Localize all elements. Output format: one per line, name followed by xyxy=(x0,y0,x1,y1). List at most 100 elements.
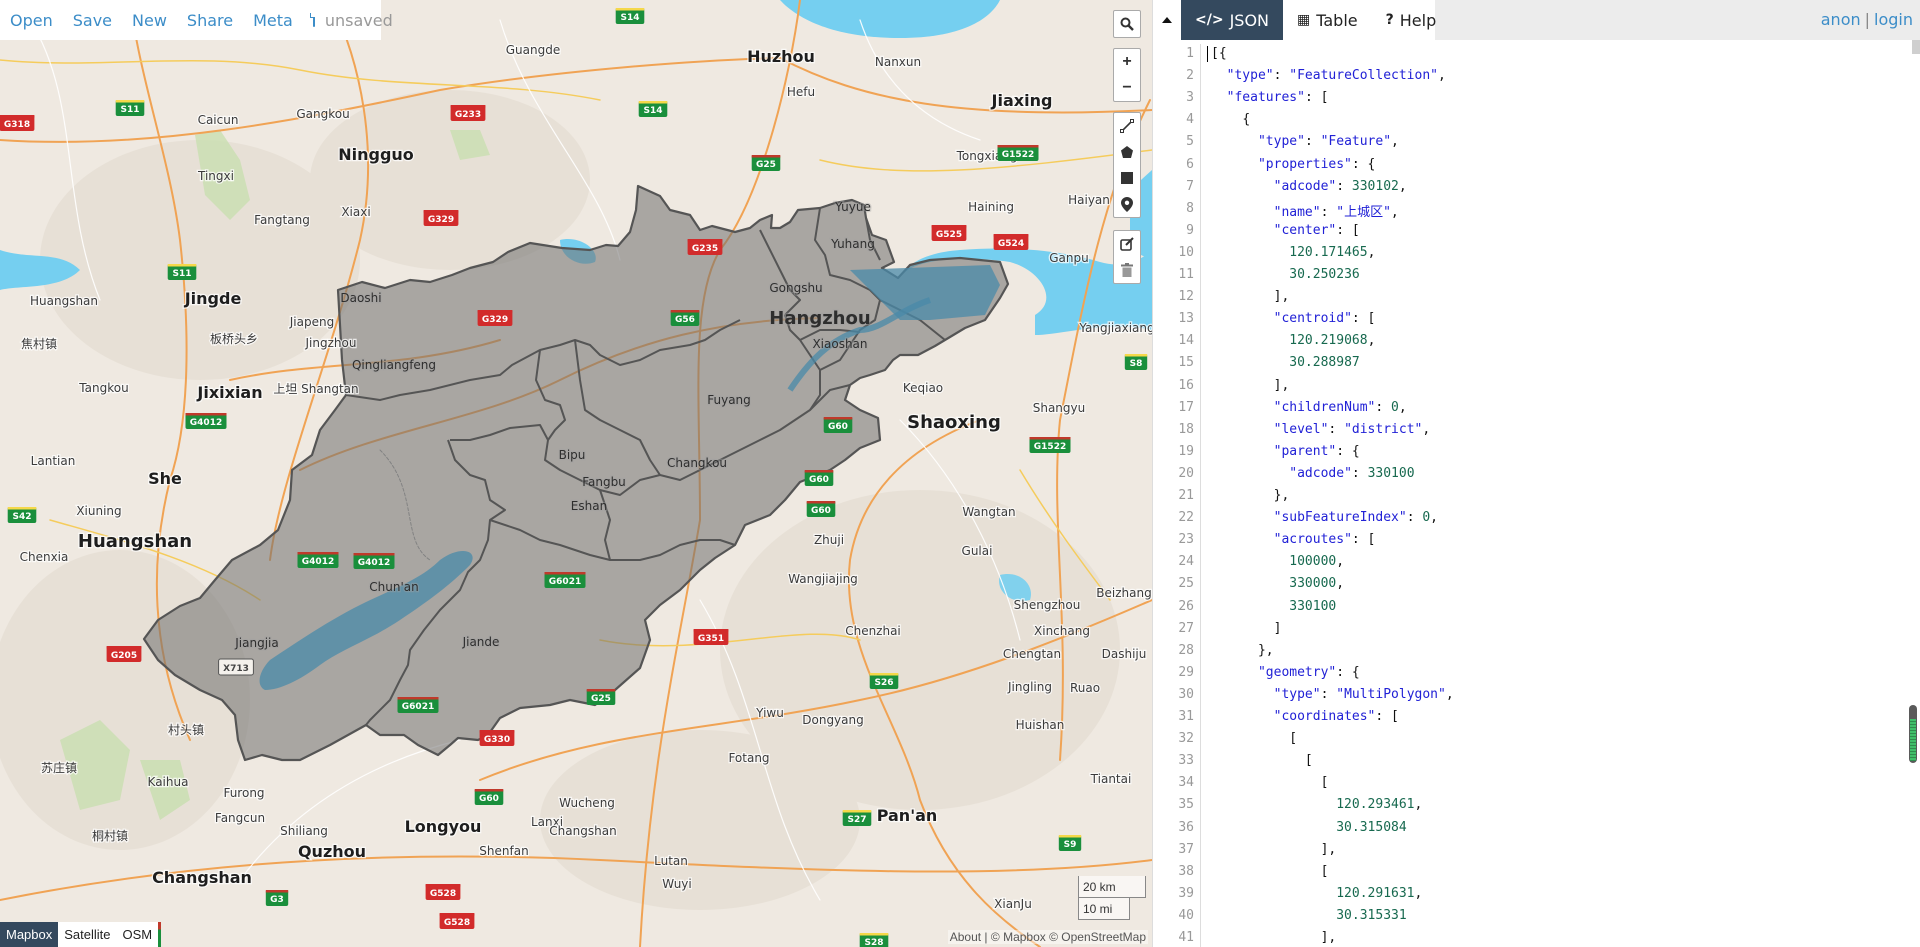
place-label: Fangbu xyxy=(582,475,626,489)
road-shield: G4012 xyxy=(353,553,395,569)
editor-scrollbar-thumb[interactable] xyxy=(1912,40,1920,54)
code-line: "center": [ xyxy=(1273,222,1360,238)
place-label: Pan'an xyxy=(877,806,938,825)
layer-mapbox[interactable]: Mapbox xyxy=(0,922,59,947)
draw-marker-button[interactable] xyxy=(1114,191,1140,217)
road-shield: S9 xyxy=(1058,835,1082,851)
delete-button[interactable] xyxy=(1114,257,1140,283)
line-number: 41 xyxy=(1178,930,1194,945)
svg-text:G3: G3 xyxy=(270,895,284,905)
login-link[interactable]: login xyxy=(1874,10,1913,29)
svg-text:S42: S42 xyxy=(12,512,31,522)
anon-user-link[interactable]: anon xyxy=(1821,10,1861,29)
zoom-in-button[interactable]: + xyxy=(1114,49,1140,75)
road-shield: G318 xyxy=(0,115,35,131)
line-number: 23 xyxy=(1178,532,1194,548)
road-shield: G4012 xyxy=(297,552,339,568)
mapbox-attribution-link[interactable]: © Mapbox xyxy=(991,930,1046,944)
code-line: 120.219068, xyxy=(1289,333,1376,349)
place-label: Nanxun xyxy=(875,55,921,69)
line-number: 11 xyxy=(1178,267,1194,282)
about-link[interactable]: About xyxy=(950,930,981,944)
draw-polygon-button[interactable] xyxy=(1114,139,1140,165)
svg-text:G4012: G4012 xyxy=(358,558,390,568)
place-label: Fuyang xyxy=(707,393,751,407)
svg-text:G6021: G6021 xyxy=(549,577,581,587)
edit-button[interactable] xyxy=(1114,231,1140,257)
osm-attribution-link[interactable]: © OpenStreetMap xyxy=(1049,930,1146,944)
place-label: Huzhou xyxy=(747,47,815,66)
svg-text:G60: G60 xyxy=(811,506,831,516)
map-canvas[interactable]: Huzhou Nanxun Jiaxing Hefu Ningguo Guangde Gan… xyxy=(0,0,1152,947)
open-button[interactable]: Open xyxy=(10,11,53,30)
line-number: 6 xyxy=(1186,156,1194,172)
road-shield: S28 xyxy=(859,933,889,947)
road-shield: G4012 xyxy=(185,413,227,429)
line-number: 22 xyxy=(1178,510,1194,526)
place-label: Ningguo xyxy=(338,145,414,164)
road-shield: S14 xyxy=(615,8,645,24)
draw-rectangle-button[interactable] xyxy=(1114,165,1140,191)
svg-text:G60: G60 xyxy=(479,794,499,804)
new-button[interactable]: New xyxy=(132,11,167,30)
place-label: Jingzhou xyxy=(305,336,357,350)
place-label: Gongshu xyxy=(769,281,822,295)
place-label: Hefu xyxy=(787,85,815,99)
draw-line-button[interactable] xyxy=(1114,113,1140,139)
share-button[interactable]: Share xyxy=(187,11,233,30)
layer-osm[interactable]: OSM xyxy=(117,922,159,947)
place-label: Wangtan xyxy=(962,505,1015,519)
draw-polygon-icon xyxy=(1121,146,1133,158)
meta-button[interactable]: Meta xyxy=(253,11,293,30)
place-label: She xyxy=(148,469,182,488)
place-label: Jingde xyxy=(184,289,242,308)
collapse-panel-button[interactable] xyxy=(1153,0,1181,40)
place-label: Dongyang xyxy=(802,713,863,727)
place-label: Jixixian xyxy=(196,383,262,402)
svg-text:S28: S28 xyxy=(864,938,883,947)
road-shield: G6021 xyxy=(397,697,439,713)
taihu-lake xyxy=(780,0,1000,38)
tab-help[interactable]: ? Help xyxy=(1372,0,1451,40)
tab-table[interactable]: ▦ Table xyxy=(1283,0,1372,40)
tab-json[interactable]: </> JSON xyxy=(1181,0,1284,40)
save-button[interactable]: Save xyxy=(73,11,112,30)
road-shield: S27 xyxy=(842,810,872,826)
road-shield: G528 xyxy=(439,913,475,929)
code-line: "level": "district", xyxy=(1273,421,1431,437)
line-number: 14 xyxy=(1178,333,1194,349)
layer-switcher: Mapbox Satellite OSM xyxy=(0,922,162,947)
line-number: 34 xyxy=(1178,775,1194,791)
line-number: 37 xyxy=(1178,841,1194,857)
scale-metric: 20 km xyxy=(1078,876,1146,898)
code-line: "childrenNum": 0, xyxy=(1273,399,1407,415)
svg-text:S14: S14 xyxy=(643,106,662,116)
svg-text:G1522: G1522 xyxy=(1002,150,1034,160)
code-line: [ xyxy=(1320,863,1329,879)
line-number: 9 xyxy=(1186,222,1194,238)
json-code-editor[interactable]: 1 2 3 4 5 6 7 8 9 10 11 12 13 14 15 16 17 18 19 20 21 22 23 24 2… xyxy=(1153,44,1920,947)
svg-text:S11: S11 xyxy=(172,269,191,279)
line-number: 28 xyxy=(1178,642,1194,658)
zoom-out-button[interactable]: − xyxy=(1114,75,1140,101)
place-label: Furong xyxy=(223,786,264,800)
search-button[interactable] xyxy=(1114,11,1140,37)
code-line: 100000, xyxy=(1289,554,1345,570)
map-attribution: About | © Mapbox © OpenStreetMap xyxy=(947,930,1148,944)
line-number: 40 xyxy=(1178,907,1194,923)
svg-text:S26: S26 xyxy=(874,678,893,688)
road-shield: S8 xyxy=(1124,354,1148,370)
place-label: Gulai xyxy=(962,544,993,558)
layer-satellite[interactable]: Satellite xyxy=(58,922,116,947)
road-shield: G56 xyxy=(670,310,700,326)
scroll-position-indicator[interactable] xyxy=(1909,705,1917,763)
line-number: 27 xyxy=(1178,620,1194,636)
code-line: "features": [ xyxy=(1226,90,1329,106)
place-label: Yiwu xyxy=(755,706,784,720)
draw-toolbar xyxy=(1113,112,1141,218)
road-shield: G329 xyxy=(477,310,513,326)
svg-text:G329: G329 xyxy=(482,315,508,325)
place-label: Qingliangfeng xyxy=(352,358,436,372)
caret-up-icon xyxy=(1162,17,1172,23)
line-number: 19 xyxy=(1178,443,1194,459)
